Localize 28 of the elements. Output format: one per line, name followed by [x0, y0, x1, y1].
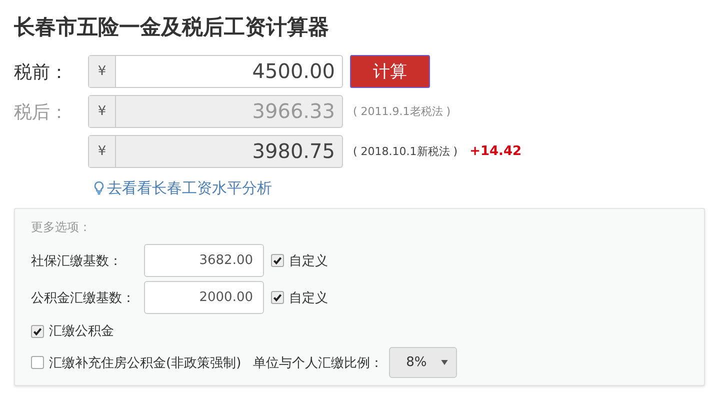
field-label: 税后： — [14, 100, 69, 124]
calculate-button[interactable]: 计算 — [350, 55, 430, 88]
page-title: 长春市五险一金及税后工资计算器 — [14, 14, 330, 41]
currency-addon: ¥ — [89, 96, 116, 127]
amount-value: 3966.33 — [251, 98, 336, 125]
field-label: 公积金汇缴基数： — [31, 290, 136, 306]
amount-field[interactable]: ¥ 4500.00 — [88, 55, 343, 88]
amount-field[interactable]: ¥ 3980.75 — [88, 135, 343, 168]
base-input[interactable]: 2000.00 — [144, 281, 264, 314]
checkbox-label: 汇缴公积金 — [49, 323, 114, 340]
ratio-label: 单位与个人汇缴比例： — [253, 354, 384, 372]
checkbox-label: 自定义 — [289, 290, 328, 306]
base-input[interactable]: 3682.00 — [144, 244, 264, 277]
currency-addon: ¥ — [89, 56, 116, 87]
tax-law-note: ( 2011.9.1老税法 ) — [353, 104, 451, 119]
checkbox-label: 自定义 — [289, 252, 328, 270]
field-label: 税前： — [14, 60, 69, 84]
amount-value: 3980.75 — [251, 138, 336, 165]
amount-value: 4500.00 — [251, 58, 336, 85]
options-heading: 更多选项： — [31, 219, 92, 236]
currency-addon: ¥ — [89, 136, 116, 167]
tax-law-note: ( 2018.10.1新税法 ) — [353, 144, 458, 159]
checkbox-label: 汇缴补充住房公积金(非政策强制) — [49, 354, 242, 372]
difference-value: +14.42 — [470, 144, 522, 159]
amount-field[interactable]: ¥ 3966.33 — [88, 95, 343, 128]
ratio-select[interactable]: 8% — [389, 347, 458, 378]
analysis-link[interactable]: 去看看长春工资水平分析 — [107, 178, 272, 198]
field-label: 社保汇缴基数： — [31, 252, 123, 270]
